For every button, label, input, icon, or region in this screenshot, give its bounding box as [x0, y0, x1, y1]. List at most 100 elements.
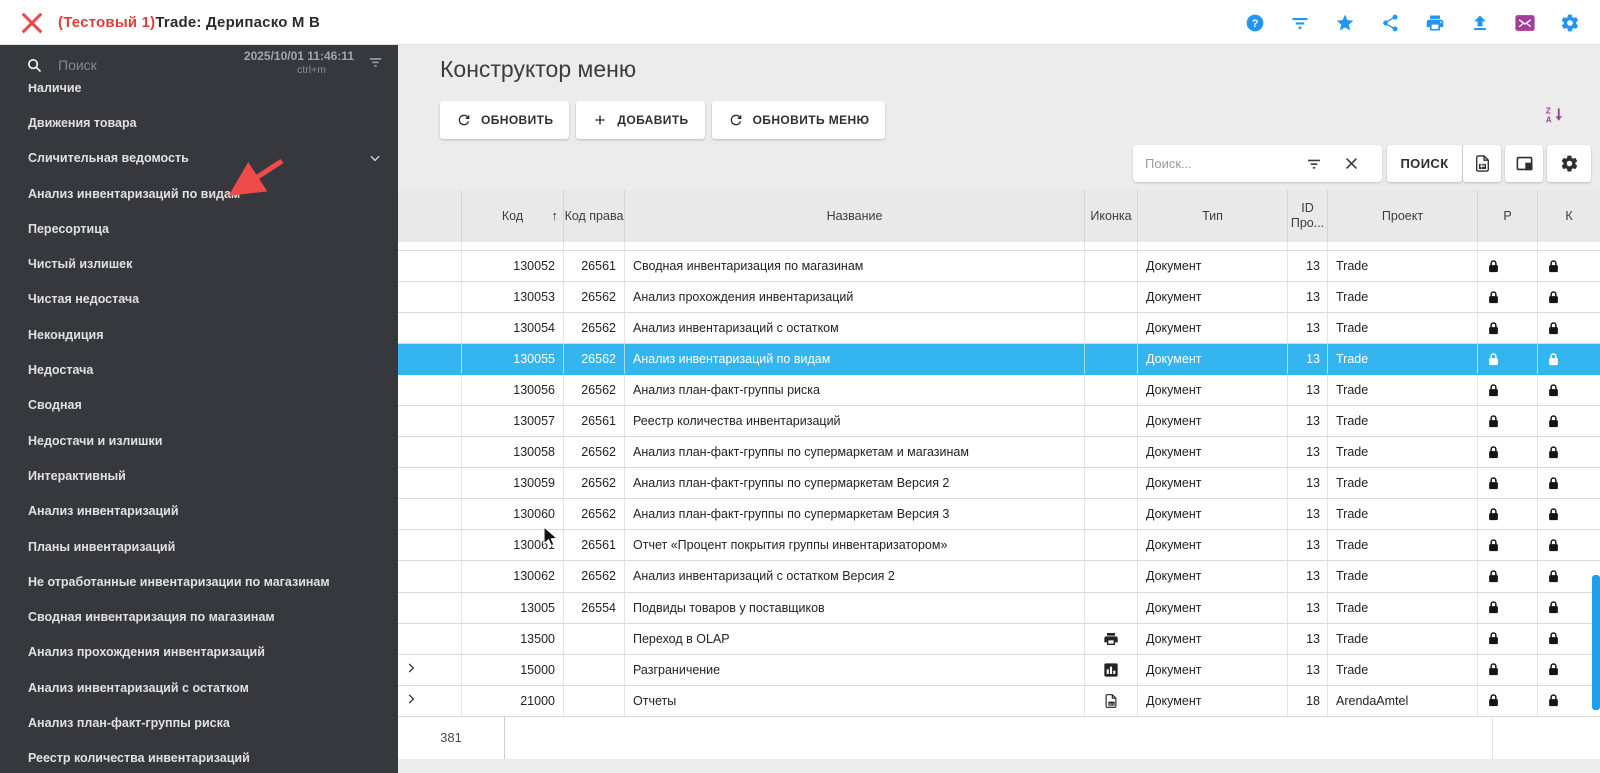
clear-search-icon[interactable]: [1343, 155, 1360, 172]
column-header-rights[interactable]: Код права: [564, 190, 625, 242]
row-expander-cell: [398, 282, 462, 313]
search-button[interactable]: ПОИСК: [1387, 145, 1462, 182]
sidebar-item[interactable]: Сличительная ведомость: [0, 141, 398, 176]
cell-project-id: 13: [1288, 561, 1328, 592]
sidebar-item[interactable]: Реестр количества инвентаризаций: [0, 741, 398, 773]
column-header-type[interactable]: Тип: [1138, 190, 1288, 242]
table-row[interactable]: 13005 26554 Подвиды товаров у поставщиков Д…: [398, 592, 1600, 624]
lock-icon: [1486, 569, 1501, 584]
column-header-p[interactable]: Р: [1478, 190, 1538, 242]
column-header-exp[interactable]: [398, 190, 462, 242]
cell-type: Документ: [1138, 406, 1288, 437]
sidebar-filter-icon[interactable]: [368, 55, 383, 70]
sidebar-search-input[interactable]: [58, 51, 188, 79]
table-row[interactable]: 130056 26562 Анализ план-факт-группы риска…: [398, 375, 1600, 407]
upload-icon[interactable]: [1470, 13, 1490, 33]
cell-read-permission: [1478, 623, 1538, 654]
settings-icon[interactable]: [1560, 13, 1580, 33]
table-row[interactable]: 130059 26562 Анализ план-факт-группы по су…: [398, 468, 1600, 500]
table-row[interactable]: 130053 26562 Анализ прохождения инвентариз…: [398, 282, 1600, 314]
sidebar: 2025/10/01 11:46:11 ctrl+m НаличиеДвижен…: [0, 45, 398, 773]
close-icon[interactable]: [18, 9, 46, 37]
sidebar-item[interactable]: Недостачи и излишки: [0, 423, 398, 458]
table-row[interactable]: 15000 Разграничение Документ 13 Trade: [398, 654, 1600, 686]
cell-edit-permission: [1538, 655, 1600, 685]
sidebar-item[interactable]: Анализ инвентаризаций по видам: [0, 176, 398, 211]
project-id-value: 13: [1306, 414, 1320, 429]
row-expander-cell[interactable]: [398, 685, 462, 716]
column-header-icon[interactable]: Иконка: [1085, 190, 1138, 242]
table-row[interactable]: 130054 26562 Анализ инвентаризаций с остат…: [398, 313, 1600, 345]
column-header-id[interactable]: ID Про...: [1288, 190, 1328, 242]
chevron-right-icon[interactable]: [404, 692, 418, 709]
project-id-value: 13: [1306, 321, 1320, 336]
cell-project-id: 13: [1288, 282, 1328, 313]
table-row[interactable]: 130061 26561 Отчет «Процент покрытия групп…: [398, 530, 1600, 562]
code-value: 13005: [520, 600, 555, 615]
row-expander-cell[interactable]: [398, 654, 462, 685]
rights-code-value: 26561: [581, 538, 616, 553]
column-header-label: Код: [501, 208, 524, 223]
table-row[interactable]: 130060 26562 Анализ план-факт-группы по су…: [398, 499, 1600, 531]
sidebar-item[interactable]: Анализ план-факт-группы риска: [0, 705, 398, 740]
add-button[interactable]: ДОБАВИТЬ: [576, 101, 705, 139]
lock-icon: [1486, 507, 1501, 522]
project-value: Trade: [1336, 352, 1369, 367]
table-row[interactable]: 130058 26562 Анализ план-факт-группы по су…: [398, 437, 1600, 469]
cell-rights-code: 26562: [564, 344, 625, 375]
table-row[interactable]: 130052 26561 Сводная инвентаризация по маг…: [398, 251, 1600, 283]
table-search-input[interactable]: [1145, 145, 1310, 182]
table-row[interactable]: 21000 Отчеты XLS Документ 18 ArendaAmtel: [398, 685, 1600, 717]
refresh-button[interactable]: ОБНОВИТЬ: [440, 101, 570, 139]
table-row[interactable]: 130055 26562 Анализ инвентаризаций по вида…: [398, 344, 1600, 376]
sidebar-search-bar: 2025/10/01 11:46:11 ctrl+m: [0, 45, 398, 84]
table-row[interactable]: 130057 26561 Реестр количества инвентариза…: [398, 406, 1600, 438]
sidebar-item[interactable]: Недостача: [0, 352, 398, 387]
sort-alpha-desc-icon[interactable]: ZA: [1545, 105, 1565, 125]
export-file-button[interactable]: [1463, 145, 1501, 182]
column-header-k[interactable]: К: [1538, 190, 1600, 242]
sidebar-item[interactable]: Анализ прохождения инвентаризаций: [0, 635, 398, 670]
sidebar-item[interactable]: Сводная инвентаризация по магазинам: [0, 599, 398, 634]
sidebar-item[interactable]: Анализ инвентаризаций с остатком: [0, 670, 398, 705]
chevron-down-icon[interactable]: [368, 151, 382, 165]
cell-read-permission: [1478, 685, 1538, 716]
cell-type: Документ: [1138, 499, 1288, 530]
mail-icon[interactable]: [1515, 13, 1535, 33]
topbar: (Тестовый 1) Trade: Дерипаско М В ?: [0, 0, 1600, 45]
vertical-scrollbar[interactable]: [1592, 575, 1600, 710]
sidebar-item[interactable]: Чистый излишек: [0, 246, 398, 281]
help-icon[interactable]: ?: [1245, 13, 1265, 33]
sidebar-item[interactable]: Анализ инвентаризаций: [0, 494, 398, 529]
chevron-right-icon[interactable]: [404, 661, 418, 678]
search-filter-icon[interactable]: [1306, 156, 1322, 172]
sidebar-item[interactable]: Чистая недостача: [0, 282, 398, 317]
column-header-project[interactable]: Проект: [1328, 190, 1478, 242]
table-row[interactable]: 13500 Переход в OLAP Документ 13 Trade: [398, 623, 1600, 655]
cell-code: 130055: [462, 344, 564, 375]
cell-rights-code: 26562: [564, 468, 625, 499]
filter-icon[interactable]: [1290, 13, 1310, 33]
cell-project: Trade: [1328, 499, 1478, 530]
sidebar-item[interactable]: Не отработанные инвентаризации по магази…: [0, 564, 398, 599]
cell-name: Анализ план-факт-группы риска: [625, 375, 1085, 406]
sidebar-item[interactable]: Интерактивный: [0, 458, 398, 493]
sidebar-item[interactable]: Сводная: [0, 388, 398, 423]
sidebar-item[interactable]: Движения товара: [0, 105, 398, 140]
column-header-name[interactable]: Название: [625, 190, 1085, 242]
cell-project: Trade: [1328, 344, 1478, 375]
sidebar-item[interactable]: Пересортица: [0, 211, 398, 246]
column-header-code[interactable]: Код ↑: [462, 190, 564, 242]
share-icon[interactable]: [1380, 13, 1400, 33]
star-icon[interactable]: [1335, 13, 1355, 33]
cell-name: Анализ план-факт-группы по супермаркетам…: [625, 499, 1085, 530]
layout-button[interactable]: [1505, 145, 1543, 182]
refresh-menu-button[interactable]: ОБНОВИТЬ МЕНЮ: [711, 101, 886, 139]
print-icon[interactable]: [1425, 13, 1445, 33]
cell-icon: [1085, 561, 1138, 592]
sidebar-item-label: Анализ инвентаризаций по видам: [28, 186, 241, 201]
sidebar-item[interactable]: Планы инвентаризаций: [0, 529, 398, 564]
table-row[interactable]: 130062 26562 Анализ инвентаризаций с остат…: [398, 561, 1600, 593]
sidebar-item[interactable]: Некондиция: [0, 317, 398, 352]
table-settings-button[interactable]: [1547, 145, 1591, 182]
